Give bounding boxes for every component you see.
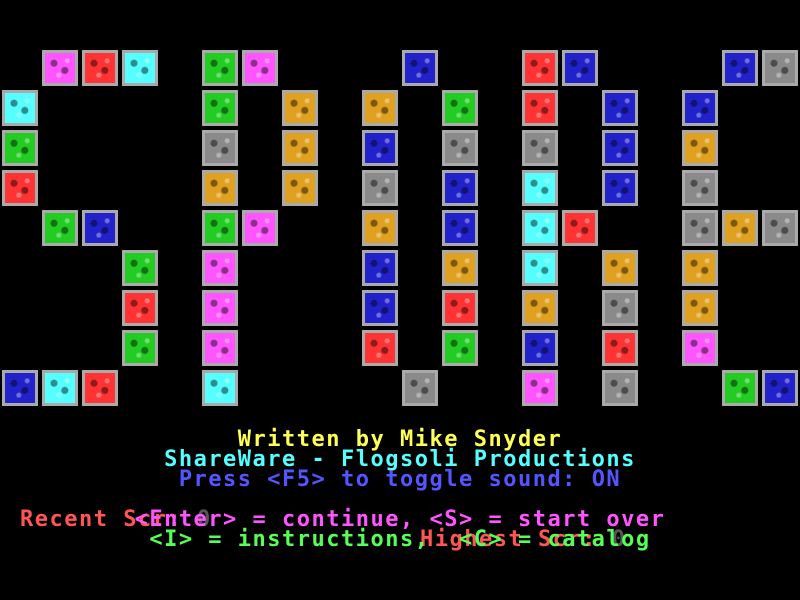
block-tile	[2, 130, 38, 166]
game-title-board	[0, 0, 800, 420]
block-tile	[522, 170, 558, 206]
block-tile	[122, 290, 158, 326]
block-tile	[2, 370, 38, 406]
block-tile	[442, 290, 478, 326]
block-tile	[362, 210, 398, 246]
block-tile	[562, 210, 598, 246]
block-tile	[362, 90, 398, 126]
sound-toggle-hint[interactable]: Press <F5> to toggle sound: ON	[0, 467, 800, 492]
block-tile	[362, 290, 398, 326]
block-tile	[402, 370, 438, 406]
block-tile	[82, 50, 118, 86]
block-tile	[682, 330, 718, 366]
block-tile	[282, 130, 318, 166]
block-tile	[202, 50, 238, 86]
block-tile	[602, 170, 638, 206]
block-tile	[522, 250, 558, 286]
block-tile	[522, 130, 558, 166]
block-tile	[442, 170, 478, 206]
block-tile	[722, 370, 758, 406]
block-tile	[42, 370, 78, 406]
sound-state: ON	[591, 467, 622, 492]
block-tile	[442, 250, 478, 286]
block-tile	[522, 330, 558, 366]
block-tile	[402, 50, 438, 86]
block-tile	[602, 290, 638, 326]
block-tile	[202, 330, 238, 366]
block-tile	[602, 250, 638, 286]
block-tile	[722, 50, 758, 86]
block-tile	[2, 90, 38, 126]
block-tile	[522, 50, 558, 86]
block-tile	[282, 170, 318, 206]
block-tile	[682, 130, 718, 166]
block-tile	[562, 50, 598, 86]
block-tile	[682, 170, 718, 206]
block-tile	[202, 250, 238, 286]
block-tile	[82, 370, 118, 406]
block-tile	[522, 370, 558, 406]
block-tile	[442, 330, 478, 366]
block-tile	[442, 130, 478, 166]
block-tile	[362, 250, 398, 286]
block-tile	[202, 210, 238, 246]
block-tile	[122, 50, 158, 86]
block-tile	[362, 130, 398, 166]
block-tile	[82, 210, 118, 246]
block-tile	[682, 290, 718, 326]
block-tile	[442, 90, 478, 126]
block-tile	[242, 50, 278, 86]
block-tile	[762, 370, 798, 406]
block-tile	[722, 210, 758, 246]
block-tile	[42, 50, 78, 86]
block-tile	[522, 90, 558, 126]
block-tile	[762, 210, 798, 246]
block-tile	[682, 90, 718, 126]
block-tile	[682, 210, 718, 246]
block-tile	[362, 330, 398, 366]
block-tile	[522, 290, 558, 326]
block-tile	[362, 170, 398, 206]
block-tile	[202, 370, 238, 406]
block-tile	[122, 330, 158, 366]
block-tile	[42, 210, 78, 246]
block-tile	[762, 50, 798, 86]
block-tile	[522, 210, 558, 246]
block-tile	[682, 250, 718, 286]
sound-toggle-prefix: Press <F5> to toggle sound:	[178, 467, 592, 492]
block-tile	[602, 90, 638, 126]
block-tile	[202, 170, 238, 206]
block-tile	[442, 210, 478, 246]
block-tile	[602, 330, 638, 366]
block-tile	[282, 90, 318, 126]
block-tile	[242, 210, 278, 246]
block-tile	[2, 170, 38, 206]
block-tile	[602, 130, 638, 166]
block-tile	[202, 290, 238, 326]
instructions-catalog-hint[interactable]: <I> = instructions, <C> = catalog	[0, 529, 800, 551]
block-tile	[122, 250, 158, 286]
block-tile	[202, 130, 238, 166]
block-tile	[202, 90, 238, 126]
block-tile	[602, 370, 638, 406]
